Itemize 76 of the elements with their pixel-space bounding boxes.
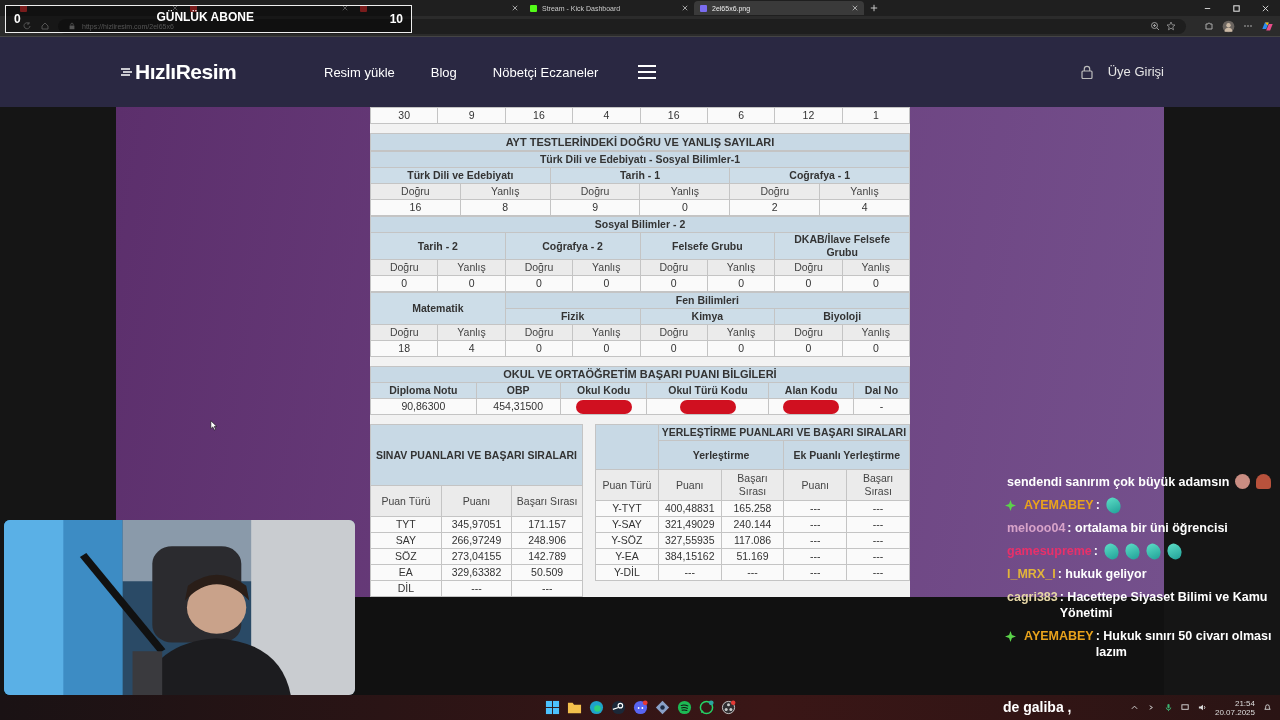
speed-lines-icon [120,65,134,79]
column-label: Puanı [441,485,512,517]
chat-message: : Hukuk sınırı 50 civarı olması lazım [1095,628,1273,660]
group-title: Ek Puanlı Yerleştirme [783,440,910,470]
steam-icon[interactable] [611,700,626,715]
close-icon[interactable] [342,5,348,11]
close-icon[interactable] [682,5,688,11]
chat-username[interactable]: AYEMABEY [1024,628,1094,644]
extension-icon[interactable] [1204,21,1214,31]
chat-message: : hukuk geliyor [1057,566,1147,582]
section-title: OKUL VE ORTAÖĞRETİM BAŞARI PUANI BİLGİLERİ [370,366,910,383]
table-cell: 9 [437,107,506,124]
column-label: Puan Türü [370,485,442,517]
column-label: Başarı Sırası [721,469,784,501]
section-title: YERLEŞTİRME PUANLARI VE BAŞARI SIRALARI [658,424,910,441]
table-cell: - [879,400,884,412]
discord-icon[interactable] [633,700,648,715]
login-link[interactable]: Üye Girişi [1107,64,1164,80]
subject-header: DKAB/İlave Felsefe Grubu [774,232,910,260]
group-title: Sosyal Bilimler - 2 [370,216,910,233]
table-cell: 12 [774,107,843,124]
table-cell: 16 [505,107,573,124]
notification-icon[interactable] [1263,703,1272,712]
microphone-icon[interactable] [1163,703,1173,712]
clock[interactable]: 21:54 20.07.2025 [1214,698,1255,717]
section-title: SINAV PUANLARI VE BAŞARI SIRALARI [370,424,583,486]
plus-icon[interactable] [870,4,878,12]
site-logo[interactable]: HızlıResim [135,60,237,84]
close-icon[interactable] [172,5,178,11]
lock-icon [1080,65,1093,79]
browser-icon[interactable] [589,700,604,715]
obs-icon[interactable] [721,700,736,715]
group-title: Yerleştirme [658,440,784,470]
chat-message: : Hacettepe Siyaset Bilimi ve Kamu Yönetimi [1059,589,1269,621]
subject-header: Coğrafya - 2 [505,232,640,260]
lock-icon[interactable] [68,22,76,30]
table-cell: 16 [640,107,708,124]
table-cell: 90,86300 [401,400,446,412]
close-icon[interactable] [512,5,518,11]
monitor-icon[interactable] [1180,703,1190,712]
table-cell: 1 [842,107,910,124]
table-cell: 4 [572,107,640,124]
table-cell: 6 [707,107,775,124]
nav-link[interactable]: Resim yükle [324,64,395,80]
close-icon[interactable] [1261,3,1270,13]
chat-message: : [1093,543,1098,559]
speaker-icon[interactable] [1197,703,1207,712]
section-title: AYT TESTLERİNDEKİ DOĞRU VE YANLIŞ SAYILARI [370,133,910,151]
chat-message: : [1095,497,1100,513]
group-title: Fen Bilimleri [505,292,910,309]
table-cell: 454,31500 [493,400,543,412]
nav-link[interactable]: Blog [430,64,457,80]
subject-header: Matematik [370,292,506,325]
whatsapp-icon[interactable] [699,700,714,715]
column-label: Başarı Sırası [846,469,910,501]
folder-icon[interactable] [567,700,582,715]
star-icon[interactable] [1166,21,1176,31]
subject-header: Tarih - 2 [370,232,506,260]
column-label: Puan Türü [595,469,659,501]
spotify-icon[interactable] [677,700,692,715]
menu-icon[interactable] [638,65,657,79]
maximize-icon[interactable] [1232,3,1241,13]
subject-header: Felsefe Grubu [640,232,775,260]
column-label: Puanı [658,469,722,501]
profile-icon[interactable] [1222,19,1235,33]
cursor-icon [210,420,218,431]
table-cell: 30 [370,107,438,124]
caption-text: de galiba , [1003,699,1072,715]
windows-icon[interactable] [545,700,560,715]
caret-icon[interactable] [1129,703,1139,712]
nav-link[interactable]: Nöbetçi Eczaneler [492,64,599,80]
group-title: Türk Dili ve Edebiyatı - Sosyal Bilimler-1 [370,151,910,168]
column-label: Puanı [783,469,847,501]
zoom-icon[interactable] [1150,21,1160,31]
column-label: Başarı Sırası [511,485,583,517]
goal-current: 0 [14,12,21,26]
